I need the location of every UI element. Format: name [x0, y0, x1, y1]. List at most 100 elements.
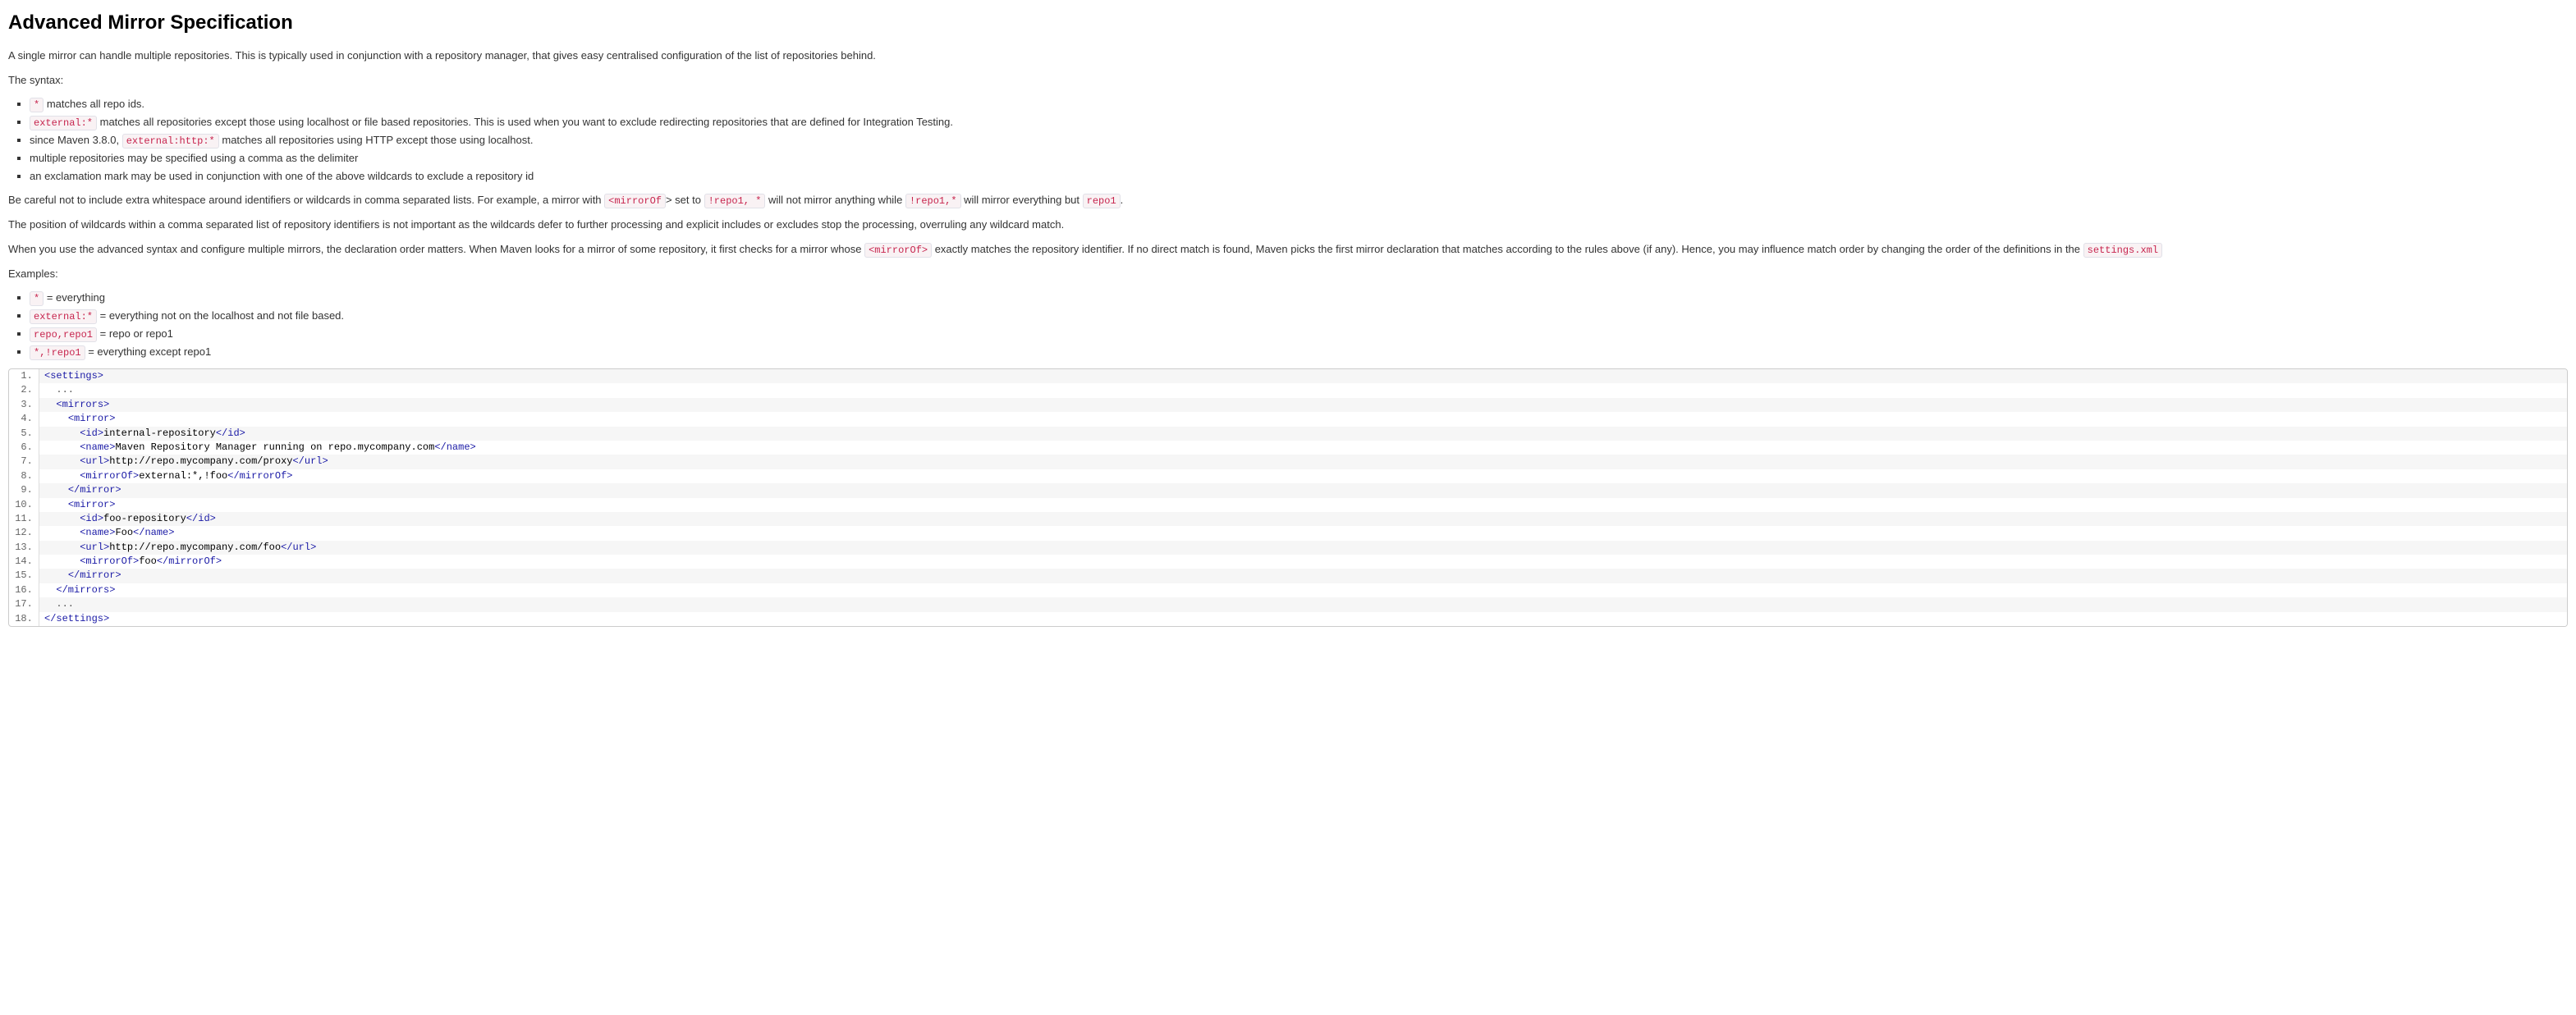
text: ... — [56, 384, 74, 395]
page-title: Advanced Mirror Specification — [8, 8, 2568, 38]
code-inline: <mirrorOf> — [864, 243, 932, 258]
code-line: ... — [39, 597, 2567, 611]
syntax-list: * matches all repo ids. external:* match… — [8, 96, 2568, 184]
syntax-label: The syntax: — [8, 72, 2568, 89]
xml-tag: <name> — [80, 527, 115, 538]
text: > set to — [666, 194, 704, 206]
xml-tag: </name> — [133, 527, 174, 538]
code-line: </mirrors> — [39, 583, 2567, 597]
code-line: <mirrorOf>foo</mirrorOf> — [39, 555, 2567, 569]
code-line: </mirror> — [39, 483, 2567, 497]
text: matches all repo ids. — [44, 98, 144, 110]
xml-tag: <mirror> — [68, 499, 116, 510]
code-block: <settings> ... <mirrors> <mirror> <id>in… — [8, 368, 2568, 627]
list-item: since Maven 3.8.0, external:http:* match… — [30, 132, 2568, 149]
text: http://repo.mycompany.com/foo — [109, 542, 281, 553]
text: Foo — [115, 527, 133, 538]
xml-tag: <mirrorOf> — [80, 470, 139, 482]
xml-tag: </url> — [292, 455, 328, 467]
text: matches all repositories except those us… — [97, 116, 953, 128]
code-line: <mirror> — [39, 412, 2567, 426]
code-inline: external:* — [30, 309, 97, 324]
code-inline: settings.xml — [2083, 243, 2162, 258]
xml-tag: </id> — [186, 513, 216, 524]
text: will mirror everything but — [961, 194, 1083, 206]
code-inline: repo1 — [1083, 194, 1121, 208]
list-item: an exclamation mark may be used in conju… — [30, 168, 2568, 185]
xml-tag: </mirror> — [68, 484, 121, 496]
xml-tag: <url> — [80, 455, 109, 467]
list-item: external:* = everything not on the local… — [30, 308, 2568, 324]
xml-tag: <mirrorOf> — [80, 556, 139, 567]
code-inline: repo,repo1 — [30, 327, 97, 342]
xml-tag: </name> — [434, 441, 475, 453]
text: = everything not on the localhost and no… — [97, 309, 344, 322]
text: will not mirror anything while — [765, 194, 905, 206]
code-line: <url>http://repo.mycompany.com/foo</url> — [39, 541, 2567, 555]
xml-tag: </id> — [216, 427, 245, 439]
code-line: <mirrorOf>external:*,!foo</mirrorOf> — [39, 469, 2567, 483]
code-line: </mirror> — [39, 569, 2567, 583]
text: = everything except repo1 — [85, 345, 212, 358]
text: since Maven 3.8.0, — [30, 134, 122, 146]
list-item: *,!repo1 = everything except repo1 — [30, 344, 2568, 360]
examples-list: * = everything external:* = everything n… — [8, 290, 2568, 360]
code-inline: external:http:* — [122, 134, 219, 149]
text: When you use the advanced syntax and con… — [8, 243, 864, 255]
xml-tag: <mirror> — [68, 413, 116, 424]
code-inline: !repo1,* — [905, 194, 961, 208]
xml-tag: </mirrorOf> — [227, 470, 292, 482]
text: = repo or repo1 — [97, 327, 173, 340]
xml-tag: </mirrorOf> — [157, 556, 222, 567]
code-inline: * — [30, 291, 44, 306]
list-item: * matches all repo ids. — [30, 96, 2568, 112]
code-line: <id>internal-repository</id> — [39, 427, 2567, 441]
code-inline: !repo1, * — [704, 194, 766, 208]
xml-tag: </mirror> — [68, 569, 121, 581]
code-line: </settings> — [39, 612, 2567, 626]
code-inline: external:* — [30, 116, 97, 130]
text: http://repo.mycompany.com/proxy — [109, 455, 292, 467]
code-line: <name>Maven Repository Manager running o… — [39, 441, 2567, 455]
text: foo-repository — [103, 513, 186, 524]
text: exactly matches the repository identifie… — [932, 243, 2083, 255]
position-paragraph: The position of wildcards within a comma… — [8, 217, 2568, 233]
code-line: <name>Foo</name> — [39, 526, 2567, 540]
text: = everything — [44, 291, 105, 304]
careful-paragraph: Be careful not to include extra whitespa… — [8, 192, 2568, 208]
text: . — [1121, 194, 1124, 206]
code-line: <mirror> — [39, 498, 2567, 512]
text: foo — [139, 556, 157, 567]
list-item: * = everything — [30, 290, 2568, 306]
text: Be careful not to include extra whitespa… — [8, 194, 604, 206]
code-line: <id>foo-repository</id> — [39, 512, 2567, 526]
code-lines: <settings> ... <mirrors> <mirror> <id>in… — [9, 369, 2567, 626]
intro-paragraph: A single mirror can handle multiple repo… — [8, 48, 2568, 64]
xml-tag: <mirrors> — [56, 399, 109, 410]
xml-tag: <settings> — [44, 370, 103, 382]
text: external:*,!foo — [139, 470, 227, 482]
code-line: <url>http://repo.mycompany.com/proxy</ur… — [39, 455, 2567, 469]
text: Maven Repository Manager running on repo… — [115, 441, 434, 453]
text: ... — [56, 598, 74, 610]
xml-tag: <url> — [80, 542, 109, 553]
xml-tag: <id> — [80, 513, 103, 524]
code-line: ... — [39, 383, 2567, 397]
advanced-paragraph: When you use the advanced syntax and con… — [8, 241, 2568, 258]
text: matches all repositories using HTTP exce… — [219, 134, 534, 146]
code-inline: <mirrorOf — [604, 194, 666, 208]
code-inline: * — [30, 98, 44, 112]
list-item: multiple repositories may be specified u… — [30, 150, 2568, 167]
xml-tag: </url> — [281, 542, 316, 553]
code-inline: *,!repo1 — [30, 345, 85, 360]
xml-tag: <name> — [80, 441, 115, 453]
text: internal-repository — [103, 427, 216, 439]
examples-label: Examples: — [8, 266, 2568, 282]
text: an exclamation mark may be used in conju… — [30, 170, 534, 182]
list-item: repo,repo1 = repo or repo1 — [30, 326, 2568, 342]
list-item: external:* matches all repositories exce… — [30, 114, 2568, 130]
xml-tag: </mirrors> — [56, 584, 115, 596]
code-line: <mirrors> — [39, 398, 2567, 412]
xml-tag: </settings> — [44, 613, 109, 624]
code-line: <settings> — [39, 369, 2567, 383]
